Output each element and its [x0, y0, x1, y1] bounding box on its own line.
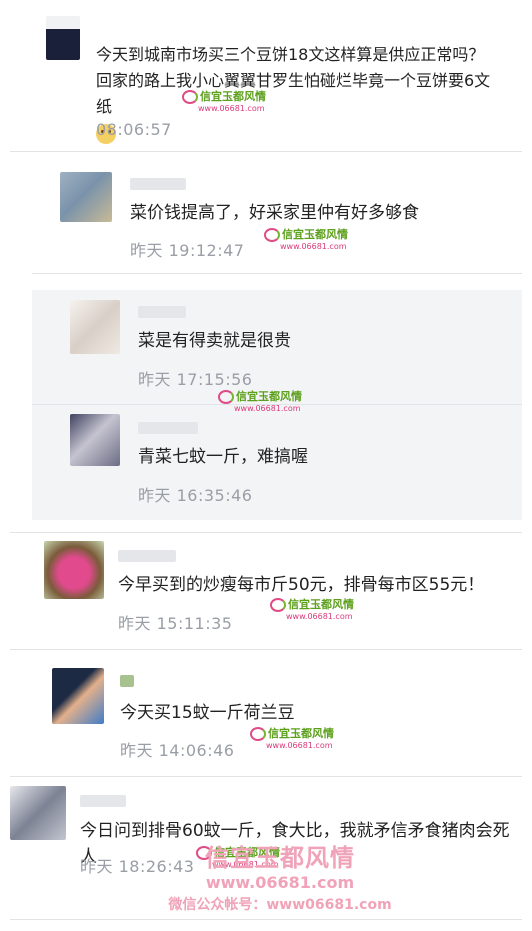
- watermark-logo: 信宜玉都风情 www.06681.com: [182, 90, 266, 115]
- avatar[interactable]: [52, 668, 104, 724]
- avatar[interactable]: [60, 172, 112, 222]
- comment-time: 昨天 17:15:56: [138, 370, 253, 389]
- username-blurred[interactable]: [138, 306, 186, 318]
- comment-time: 昨天 14:06:46: [120, 741, 235, 760]
- watermark-wechat: 微信公众帐号：www06681.com: [168, 897, 392, 913]
- username-blurred[interactable]: [138, 422, 198, 434]
- comment-time: 昨天 16:35:46: [138, 486, 253, 505]
- divider: [10, 649, 522, 650]
- brand-watermark: 信宜玉都风情 www.06681.com 微信公众帐号：www06681.com: [140, 838, 420, 914]
- watermark-logo: 信宜玉都风情 www.06681.com: [270, 598, 354, 623]
- comment-text: 今早买到的炒瘦每市斤50元，排骨每市区55元！: [118, 575, 485, 595]
- avatar[interactable]: [46, 16, 80, 60]
- watermark-swirl-icon: [182, 90, 198, 104]
- avatar[interactable]: [44, 541, 104, 599]
- divider: [10, 151, 522, 152]
- comment-text: 菜价钱提高了，好采家里仲有好多够食: [130, 203, 419, 223]
- comment-time: 08:06:57: [96, 120, 172, 139]
- comment-time: 昨天 15:11:35: [118, 614, 233, 633]
- avatar[interactable]: [10, 786, 66, 840]
- watermark-brand: 信宜玉都风情: [205, 844, 355, 872]
- watermark-logo: 信宜玉都风情 www.06681.com: [250, 727, 334, 752]
- divider: [32, 404, 522, 405]
- divider: [10, 919, 522, 920]
- username-blurred[interactable]: [118, 550, 176, 562]
- comment-text-content: 今天到城南市场买三个豆饼18文这样算是供应正常吗？回家的路上我小心翼翼甘罗生怕碰…: [96, 45, 491, 116]
- comment-time: 昨天 19:12:47: [130, 241, 245, 260]
- avatar[interactable]: [70, 414, 120, 466]
- username-blurred[interactable]: [120, 675, 134, 687]
- divider: [32, 273, 522, 274]
- watermark-swirl-icon: [250, 727, 266, 741]
- avatar[interactable]: [70, 300, 120, 354]
- username-blurred[interactable]: [130, 178, 186, 190]
- watermark-logo: 信宜玉都风情 www.06681.com: [218, 390, 302, 415]
- watermark-swirl-icon: [264, 228, 280, 242]
- comment-text: 今天买15蚊一斤荷兰豆: [120, 703, 295, 723]
- divider: [10, 532, 522, 533]
- watermark-logo: 信宜玉都风情 www.06681.com: [264, 228, 348, 253]
- username-blurred[interactable]: [80, 795, 126, 807]
- watermark-swirl-icon: [218, 390, 234, 404]
- watermark-domain: www.06681.com: [205, 873, 355, 892]
- comment-feed: 今天到城南市场买三个豆饼18文这样算是供应正常吗？回家的路上我小心翼翼甘罗生怕碰…: [0, 0, 532, 931]
- comment-text: 菜是有得卖就是很贵: [138, 331, 291, 351]
- comment-text: 青菜七蚊一斤，难搞喔: [138, 447, 308, 467]
- watermark-swirl-icon: [270, 598, 286, 612]
- divider: [10, 776, 522, 777]
